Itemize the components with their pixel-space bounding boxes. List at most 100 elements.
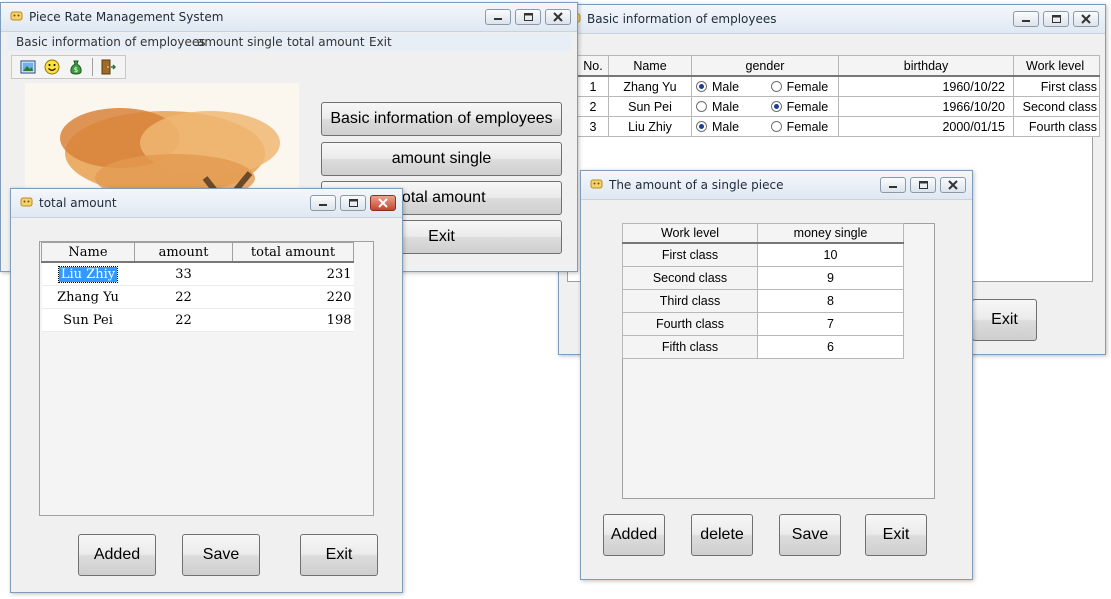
amount-single-button[interactable]: amount single bbox=[321, 142, 562, 176]
added-button[interactable]: Added bbox=[603, 514, 665, 556]
money-bag-icon[interactable]: $ bbox=[68, 59, 84, 75]
cell-total[interactable]: 198 bbox=[232, 308, 354, 332]
close-button[interactable] bbox=[370, 195, 396, 211]
cell-amount[interactable]: 22 bbox=[134, 285, 233, 309]
table-row[interactable]: Third class 8 bbox=[622, 289, 904, 313]
cell-birthday[interactable]: 1960/10/22 bbox=[838, 75, 1014, 97]
exit-door-icon[interactable] bbox=[100, 59, 116, 75]
maximize-button[interactable] bbox=[515, 9, 541, 25]
basic-info-button[interactable]: Basic information of employees bbox=[321, 102, 562, 136]
cell-name[interactable]: Liu Zhiy bbox=[608, 116, 692, 137]
menu-item-basic-info[interactable]: Basic information of employees bbox=[16, 35, 206, 49]
cell-level[interactable]: Second class bbox=[622, 266, 758, 290]
close-button[interactable] bbox=[545, 9, 571, 25]
window-title: total amount bbox=[39, 196, 117, 210]
minimize-button[interactable] bbox=[1013, 11, 1039, 27]
minimize-button[interactable] bbox=[310, 195, 336, 211]
added-button[interactable]: Added bbox=[78, 534, 156, 576]
cell-level[interactable]: First class bbox=[1013, 75, 1100, 97]
cell-birthday[interactable]: 2000/01/15 bbox=[838, 116, 1014, 137]
cell-level[interactable]: Fifth class bbox=[622, 335, 758, 359]
table-row[interactable]: First class 10 bbox=[622, 242, 904, 267]
single-exit-button[interactable]: Exit bbox=[865, 514, 927, 556]
table-row[interactable]: Fifth class 6 bbox=[622, 335, 904, 359]
column-header[interactable]: No. bbox=[577, 55, 609, 77]
single-piece-table: Work level money single First class 10 Se… bbox=[622, 223, 904, 359]
total-title-bar[interactable]: total amount bbox=[11, 189, 402, 218]
cell-amount[interactable]: 22 bbox=[134, 308, 233, 332]
cell-level[interactable]: Third class bbox=[622, 289, 758, 313]
table-row[interactable]: Zhang Yu 22 220 bbox=[41, 285, 354, 309]
single-title-bar[interactable]: The amount of a single piece bbox=[581, 171, 972, 200]
female-radio[interactable]: Female bbox=[770, 120, 828, 134]
smiley-icon[interactable] bbox=[44, 59, 60, 75]
total-exit-button[interactable]: Exit bbox=[300, 534, 378, 576]
column-header[interactable]: amount bbox=[134, 242, 233, 263]
cell-name[interactable]: Zhang Yu bbox=[608, 75, 692, 97]
radio-empty-icon bbox=[770, 80, 782, 92]
maximize-button[interactable] bbox=[910, 177, 936, 193]
cell-amount[interactable]: 33 bbox=[134, 262, 233, 286]
cell-money[interactable]: 7 bbox=[757, 312, 904, 336]
menu-item-exit[interactable]: Exit bbox=[369, 35, 392, 49]
menu-item-total-amount[interactable]: total amount bbox=[287, 35, 365, 49]
picture-icon[interactable] bbox=[20, 59, 36, 75]
table-row[interactable]: Sun Pei 22 198 bbox=[41, 308, 354, 332]
cell-level[interactable]: Fourth class bbox=[1013, 116, 1100, 137]
cell-money[interactable]: 10 bbox=[757, 242, 904, 267]
cell-money[interactable]: 6 bbox=[757, 335, 904, 359]
radio-empty-icon bbox=[770, 120, 782, 132]
maximize-icon bbox=[349, 199, 358, 207]
cell-level[interactable]: Second class bbox=[1013, 96, 1100, 117]
column-header[interactable]: birthday bbox=[838, 55, 1014, 77]
column-header[interactable]: money single bbox=[757, 223, 904, 244]
menu-bar: Basic information of employees amount si… bbox=[7, 33, 571, 51]
cell-money[interactable]: 8 bbox=[757, 289, 904, 313]
cell-no[interactable]: 3 bbox=[577, 116, 609, 137]
table-row[interactable]: Second class 9 bbox=[622, 266, 904, 290]
maximize-button[interactable] bbox=[340, 195, 366, 211]
cell-no[interactable]: 2 bbox=[577, 96, 609, 117]
cell-level[interactable]: Fourth class bbox=[622, 312, 758, 336]
employees-title-bar[interactable]: Basic information of employees bbox=[559, 5, 1105, 34]
column-header[interactable]: Name bbox=[608, 55, 692, 77]
column-header[interactable]: Name bbox=[41, 242, 135, 263]
delete-button[interactable]: delete bbox=[691, 514, 753, 556]
cell-level[interactable]: First class bbox=[622, 242, 758, 267]
table-row[interactable]: 3 Liu Zhiy Male Female 2000/01/15 Fourth… bbox=[577, 116, 1100, 137]
male-radio[interactable]: Male bbox=[696, 100, 739, 114]
table-row[interactable]: Liu Zhiy 33 231 bbox=[41, 262, 354, 286]
cell-no[interactable]: 1 bbox=[577, 75, 609, 97]
close-button[interactable] bbox=[1073, 11, 1099, 27]
male-radio[interactable]: Male bbox=[696, 120, 739, 134]
close-icon bbox=[378, 198, 388, 208]
column-header[interactable]: total amount bbox=[232, 242, 354, 263]
female-radio[interactable]: Female bbox=[770, 100, 828, 114]
minimize-button[interactable] bbox=[880, 177, 906, 193]
close-button[interactable] bbox=[940, 177, 966, 193]
main-title-bar[interactable]: Piece Rate Management System bbox=[1, 3, 577, 32]
cell-money[interactable]: 9 bbox=[757, 266, 904, 290]
employees-exit-button[interactable]: Exit bbox=[972, 299, 1037, 341]
cell-gender: Male Female bbox=[691, 116, 839, 137]
maximize-button[interactable] bbox=[1043, 11, 1069, 27]
cell-total[interactable]: 220 bbox=[232, 285, 354, 309]
male-radio[interactable]: Male bbox=[696, 80, 739, 94]
column-header[interactable]: Work level bbox=[1013, 55, 1100, 77]
cell-total[interactable]: 231 bbox=[232, 262, 354, 286]
cell-name[interactable]: Sun Pei bbox=[41, 308, 135, 332]
column-header[interactable]: Work level bbox=[622, 223, 758, 244]
minimize-button[interactable] bbox=[485, 9, 511, 25]
save-button[interactable]: Save bbox=[182, 534, 260, 576]
cell-name[interactable]: Liu Zhiy bbox=[41, 262, 135, 286]
cell-name[interactable]: Zhang Yu bbox=[41, 285, 135, 309]
cell-birthday[interactable]: 1966/10/20 bbox=[838, 96, 1014, 117]
cell-name[interactable]: Sun Pei bbox=[608, 96, 692, 117]
female-radio[interactable]: Female bbox=[770, 80, 828, 94]
column-header[interactable]: gender bbox=[691, 55, 839, 77]
save-button[interactable]: Save bbox=[779, 514, 841, 556]
menu-item-amount-single[interactable]: amount single bbox=[197, 35, 283, 49]
table-row[interactable]: 2 Sun Pei Male Female 1966/10/20 Second … bbox=[577, 96, 1100, 117]
table-row[interactable]: Fourth class 7 bbox=[622, 312, 904, 336]
table-row[interactable]: 1 Zhang Yu Male Female 1960/10/22 First … bbox=[577, 75, 1100, 97]
